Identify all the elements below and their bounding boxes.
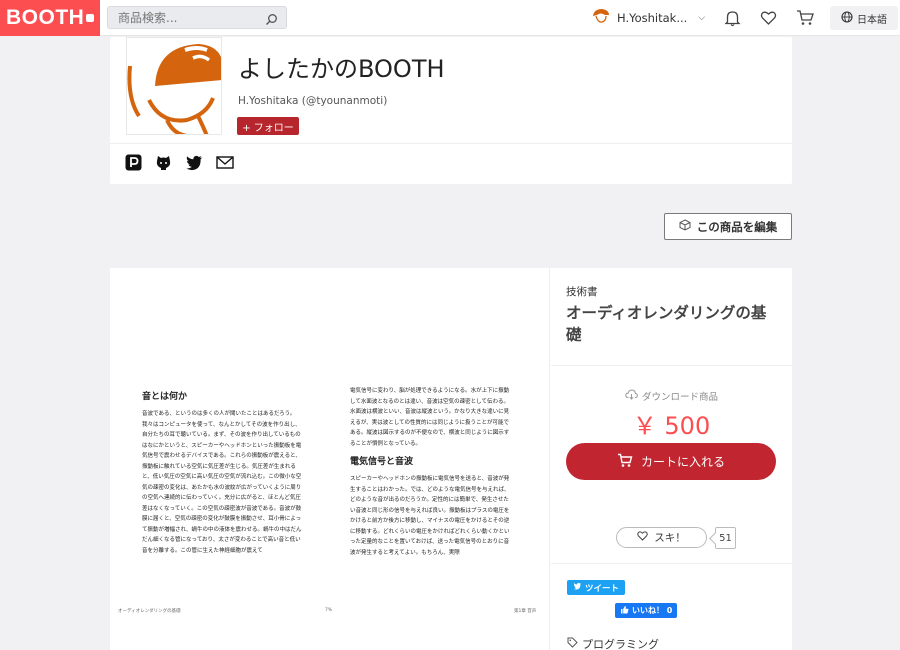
divider	[110, 143, 792, 144]
shop-avatar[interactable]	[126, 37, 222, 135]
add-to-cart-label: カートに入れる	[640, 455, 725, 469]
top-navigation-bar: BOOTH H.Yoshitak... ⌵ 日本語	[0, 0, 900, 36]
like-count: 51	[715, 527, 736, 549]
shop-header-card: よしたかのBOOTH H.Yoshitaka (@tyounanmoti) + …	[110, 37, 792, 184]
page-footer-title: オーディオレンダリングの基礎	[118, 609, 181, 614]
like-button[interactable]: スキ！	[616, 527, 707, 548]
tweet-button[interactable]: ツイート	[567, 580, 626, 595]
divider	[551, 563, 792, 564]
user-avatar	[590, 6, 612, 31]
box-icon	[679, 219, 691, 234]
page-heading: 電気信号と音波	[350, 457, 414, 467]
facebook-like-label: いいね！ 0	[632, 606, 673, 615]
product-title: オーディオレンダリングの基礎	[566, 304, 767, 344]
twitter-icon	[573, 582, 582, 593]
page-paragraph: 電気信号に変わり、脳が処理できるようになる。水が上下に振動して水面波となるのとは…	[350, 388, 510, 447]
page-footer-number: 7%	[325, 608, 333, 613]
user-name: H.Yoshitak...	[617, 11, 688, 25]
language-selector[interactable]: 日本語	[830, 6, 898, 30]
cart-icon	[617, 453, 633, 471]
thumbs-up-icon	[620, 605, 629, 616]
page-heading: 音とは何か	[142, 392, 188, 402]
product-card: 音とは何か 音波である、というのは多くの人が聞いたことはあるだろう。我々はコンピ…	[110, 268, 792, 650]
product-category[interactable]: 技術書	[566, 284, 598, 299]
heart-icon	[637, 531, 648, 544]
page-right: 電気信号に変わり、脳が処理できるようになる。水が上下に振動して水面波となるのとは…	[350, 386, 512, 564]
follow-button[interactable]: + フォロー	[237, 117, 299, 135]
tag-icon	[567, 637, 578, 650]
tweet-label: ツイート	[585, 583, 620, 594]
chevron-down-icon: ⌵	[698, 13, 706, 23]
github-icon[interactable]	[155, 154, 172, 175]
logo-text: BOOTH	[6, 6, 85, 29]
search-box	[107, 6, 287, 29]
edit-item-button[interactable]: この商品を編集	[664, 213, 792, 240]
booth-logo[interactable]: BOOTH	[0, 0, 100, 36]
globe-icon	[841, 10, 853, 26]
search-input[interactable]	[108, 7, 258, 29]
page-footer-chapter: 第1章 音声	[514, 609, 537, 614]
product-info-panel: 技術書 オーディオレンダリングの基礎 ダウンロード商品 ￥ 500 カートに入れ…	[551, 268, 792, 650]
pixiv-icon[interactable]	[125, 154, 142, 175]
add-to-cart-button[interactable]: カートに入れる	[566, 443, 776, 480]
download-label-text: ダウンロード商品	[641, 392, 718, 403]
logo-mark	[86, 14, 95, 22]
heart-icon[interactable]	[760, 9, 777, 30]
page-paragraph: 音波である、というのは多くの人が聞いたことはあるだろう。我々はコンピュータを使っ…	[142, 411, 302, 554]
twitter-icon[interactable]	[186, 154, 203, 175]
mail-icon[interactable]	[216, 154, 234, 175]
tag-programming[interactable]: プログラミング	[567, 636, 659, 650]
product-preview-image[interactable]: 音とは何か 音波である、というのは多くの人が聞いたことはあるだろう。我々はコンピ…	[110, 268, 550, 650]
user-menu[interactable]: H.Yoshitak... ⌵	[590, 5, 705, 31]
tag-label: プログラミング	[582, 638, 659, 650]
shop-owner[interactable]: H.Yoshitaka (@tyounanmoti)	[238, 95, 387, 107]
cart-icon[interactable]	[796, 9, 814, 30]
search-icon[interactable]	[265, 11, 278, 30]
edit-item-label: この商品を編集	[696, 219, 778, 234]
cloud-download-icon	[625, 389, 638, 403]
shop-title[interactable]: よしたかのBOOTH	[238, 49, 445, 84]
product-price: ￥ 500	[632, 412, 711, 440]
facebook-like-button[interactable]: いいね！ 0	[615, 603, 678, 618]
page-left: 音とは何か 音波である、というのは多くの人が聞いたことはあるだろう。我々はコンピ…	[142, 390, 302, 562]
like-label: スキ！	[654, 532, 686, 544]
page-paragraph: スピーカーやヘッドホンの振動板に電気信号を送ると、音波が発生することはわかった。…	[350, 476, 510, 556]
divider	[551, 365, 792, 366]
download-product-label: ダウンロード商品	[551, 389, 792, 403]
language-label: 日本語	[857, 14, 887, 26]
bell-icon[interactable]	[724, 9, 741, 31]
